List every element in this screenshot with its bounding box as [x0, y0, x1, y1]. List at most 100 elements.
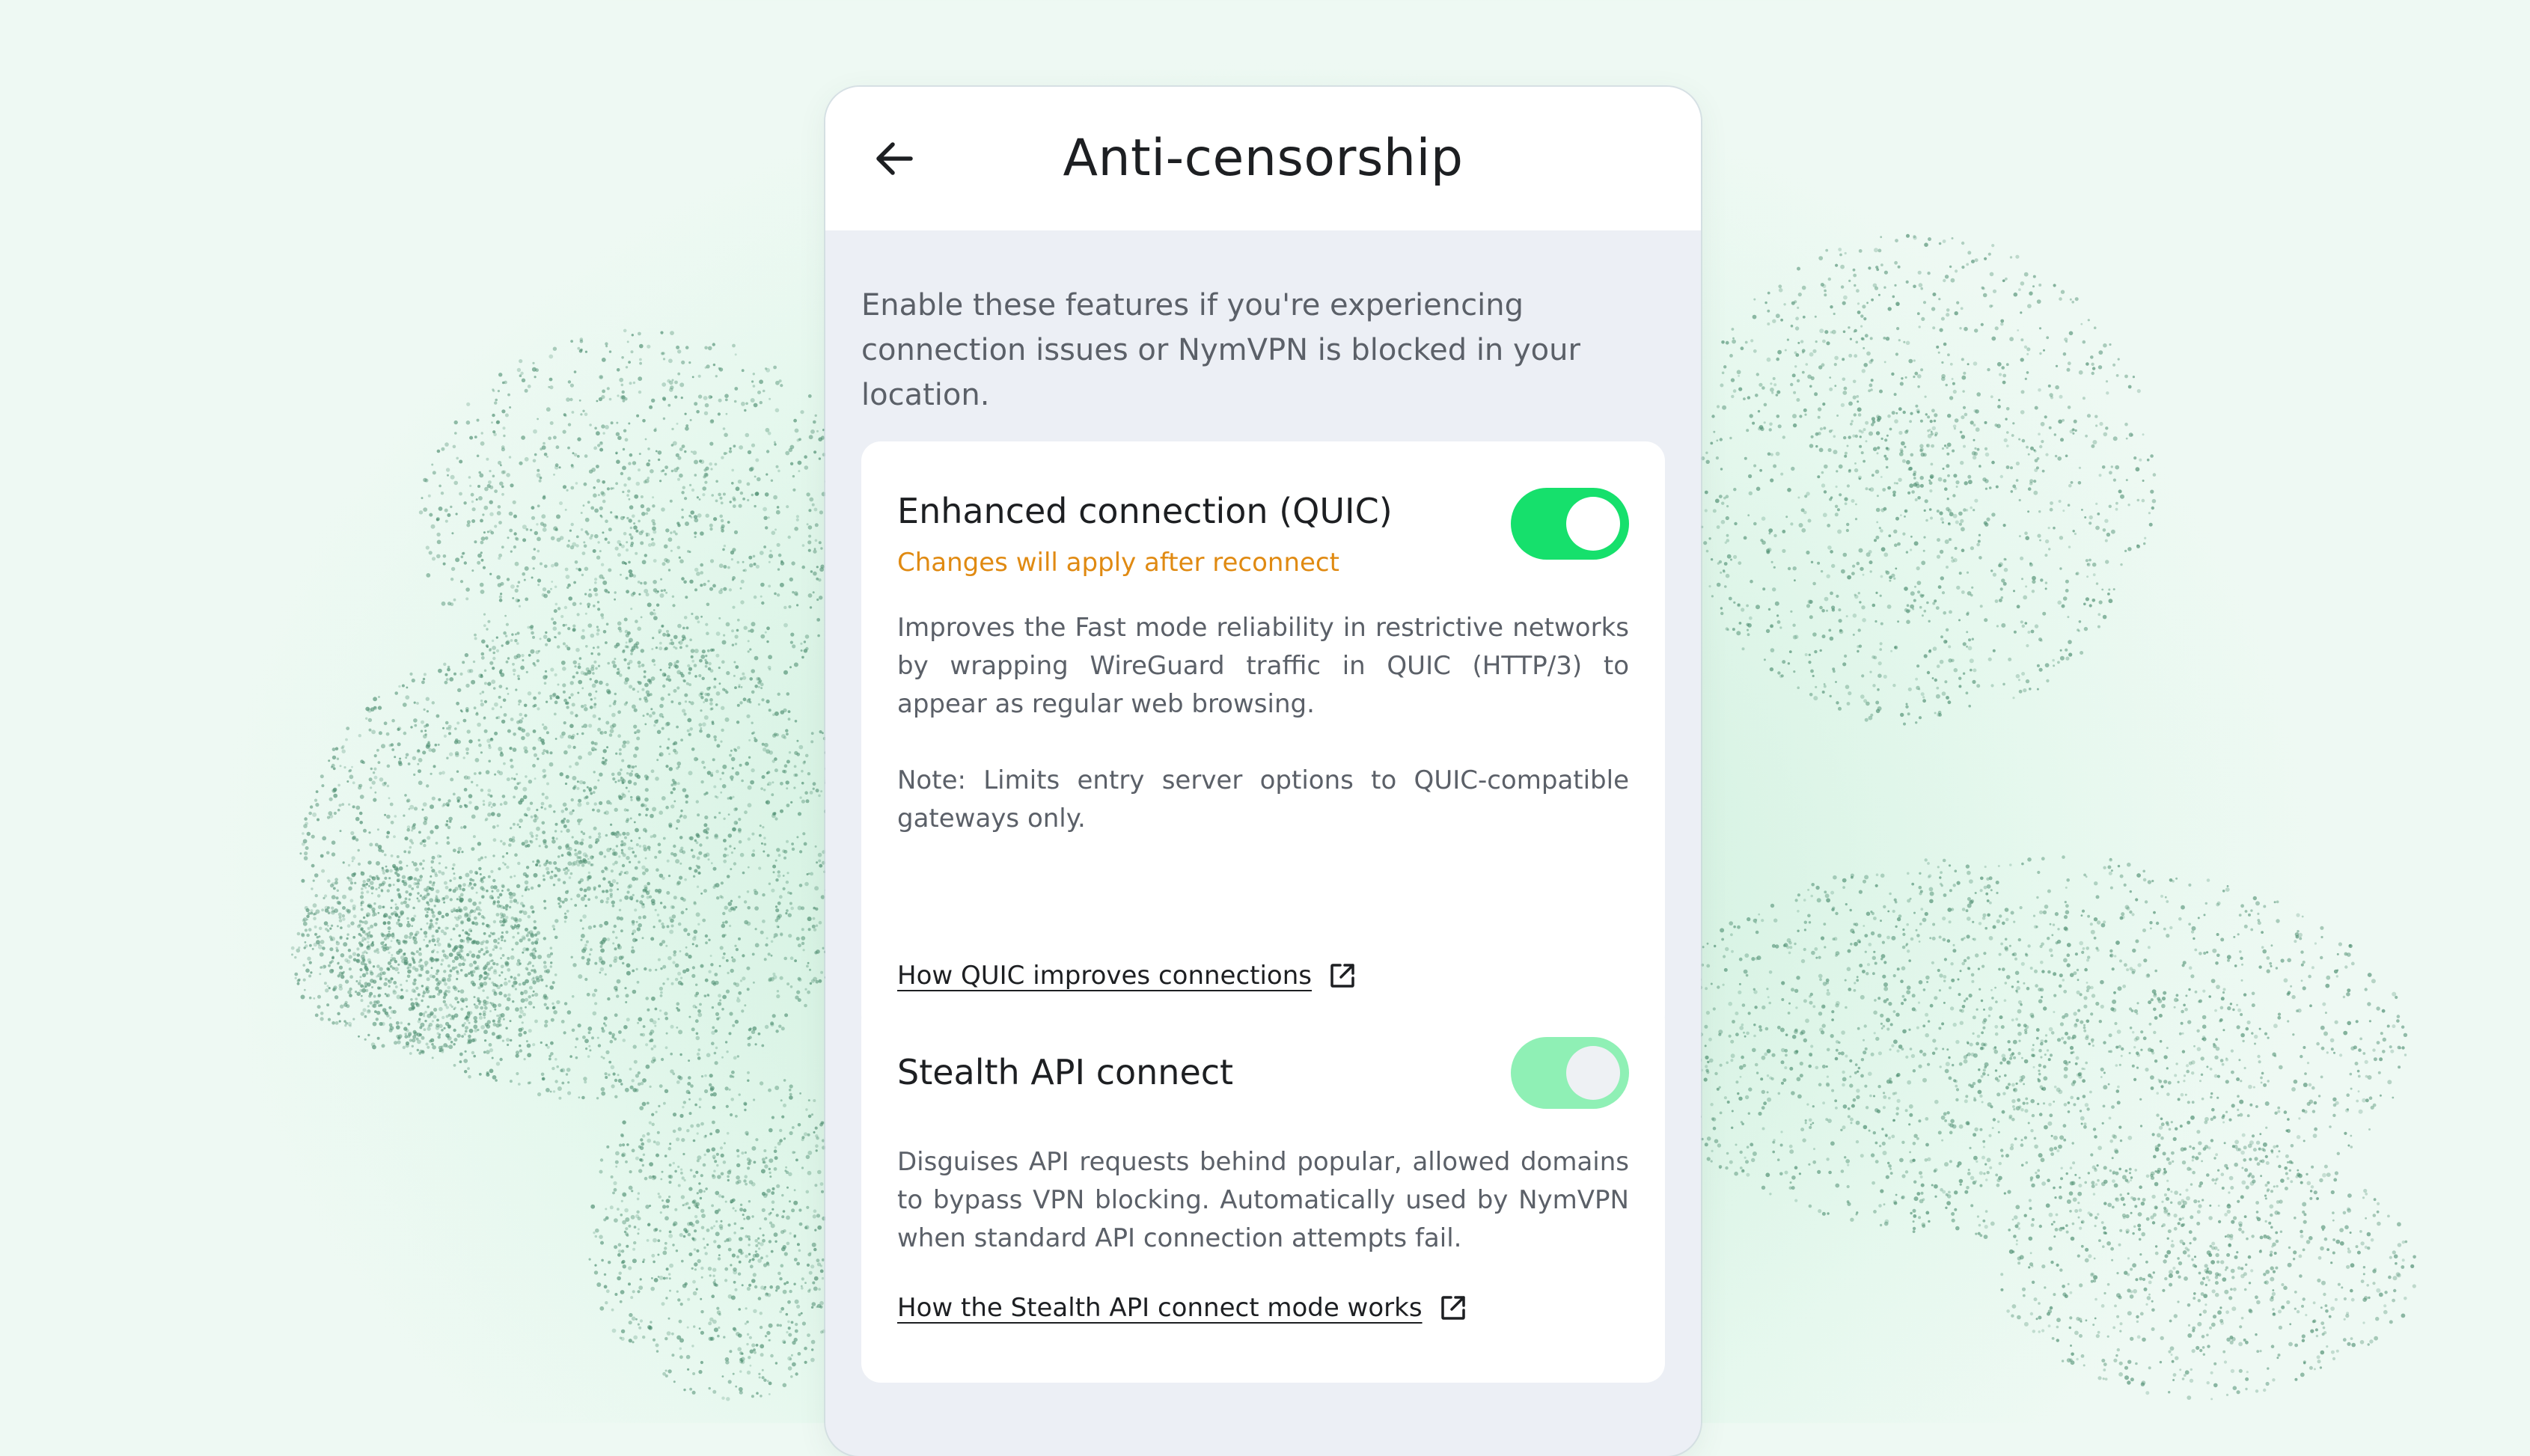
background-dot — [427, 1005, 430, 1009]
background-dot — [638, 453, 641, 456]
background-dot — [691, 612, 694, 616]
background-dot — [375, 887, 378, 890]
background-dot — [816, 429, 819, 432]
background-dot — [581, 863, 585, 867]
background-dot — [820, 790, 823, 793]
background-dot — [730, 968, 734, 973]
background-dot — [462, 825, 467, 829]
background-dot — [429, 513, 433, 517]
background-dot — [404, 1033, 407, 1036]
background-dot — [525, 597, 529, 602]
background-dot — [446, 820, 449, 823]
background-dot — [735, 1115, 738, 1118]
background-dot — [428, 940, 431, 944]
background-dot — [460, 555, 464, 559]
background-dot — [707, 346, 712, 351]
background-dot — [408, 898, 411, 901]
background-dot — [390, 820, 394, 825]
background-dot — [522, 524, 527, 530]
background-dot — [685, 908, 688, 911]
background-dot — [406, 686, 409, 689]
background-dot — [584, 894, 587, 898]
background-dot — [763, 842, 767, 846]
background-dot — [596, 479, 601, 483]
background-dot — [531, 941, 535, 945]
background-dot — [478, 496, 483, 501]
background-dot — [785, 912, 788, 915]
background-dot — [737, 480, 742, 484]
background-dot — [688, 954, 692, 959]
background-dot — [551, 836, 555, 839]
background-dot — [742, 1208, 747, 1213]
background-dot — [445, 824, 448, 826]
background-dot — [413, 881, 417, 886]
background-dot — [490, 806, 493, 808]
background-dot — [593, 605, 596, 608]
background-dot — [567, 1081, 570, 1084]
background-dot — [477, 857, 481, 862]
background-dot — [697, 513, 702, 518]
background-dot — [501, 470, 505, 474]
background-dot — [408, 807, 411, 810]
background-dot — [483, 531, 486, 534]
background-dot — [609, 883, 614, 887]
background-dot — [477, 997, 480, 1000]
background-dot — [542, 723, 545, 727]
background-dot — [373, 798, 377, 802]
background-dot — [510, 916, 514, 920]
background-dot — [495, 1079, 498, 1082]
background-dot — [525, 844, 528, 848]
background-dot — [456, 770, 459, 773]
background-dot — [645, 777, 650, 781]
background-dot — [478, 743, 482, 747]
background-dot — [553, 609, 557, 614]
background-dot — [801, 565, 805, 569]
background-dot — [669, 499, 673, 503]
background-dot — [414, 724, 418, 727]
background-dot — [424, 729, 427, 732]
background-dot — [751, 952, 755, 956]
background-dot — [532, 746, 537, 750]
background-dot — [618, 855, 621, 858]
background-dot — [765, 1157, 768, 1160]
background-dot — [479, 692, 482, 695]
background-dot — [371, 876, 376, 881]
background-dot — [644, 797, 649, 802]
background-dot — [777, 568, 780, 571]
background-dot — [462, 718, 467, 723]
background-dot — [361, 920, 364, 924]
background-dot — [626, 1018, 630, 1022]
background-dot — [668, 767, 673, 771]
background-dot — [664, 1046, 668, 1050]
background-dot — [777, 901, 781, 905]
background-dot — [449, 969, 453, 973]
background-dot — [679, 848, 683, 854]
background-dot — [631, 1148, 635, 1153]
background-dot — [441, 1015, 445, 1020]
background-dot — [671, 595, 675, 598]
background-dot — [471, 780, 474, 784]
background-dot — [644, 788, 649, 792]
background-dot — [522, 872, 528, 877]
background-dot — [406, 798, 411, 803]
background-dot — [587, 857, 590, 860]
background-dot — [751, 853, 755, 857]
background-dot — [481, 922, 485, 926]
background-dot — [391, 748, 395, 751]
background-dot — [510, 483, 514, 488]
background-dot — [793, 662, 798, 667]
background-dot — [587, 875, 591, 880]
background-dot — [406, 828, 410, 832]
background-dot — [407, 762, 411, 765]
background-dot — [540, 1041, 543, 1044]
background-dot — [473, 1024, 478, 1030]
background-dot — [771, 1116, 774, 1119]
background-dot — [477, 949, 481, 953]
background-dot — [638, 1228, 640, 1231]
background-dot — [344, 979, 349, 984]
background-dot — [471, 886, 474, 890]
background-dot — [734, 686, 737, 689]
background-dot — [519, 1044, 522, 1047]
background-dot — [362, 916, 366, 920]
background-dot — [754, 475, 757, 478]
